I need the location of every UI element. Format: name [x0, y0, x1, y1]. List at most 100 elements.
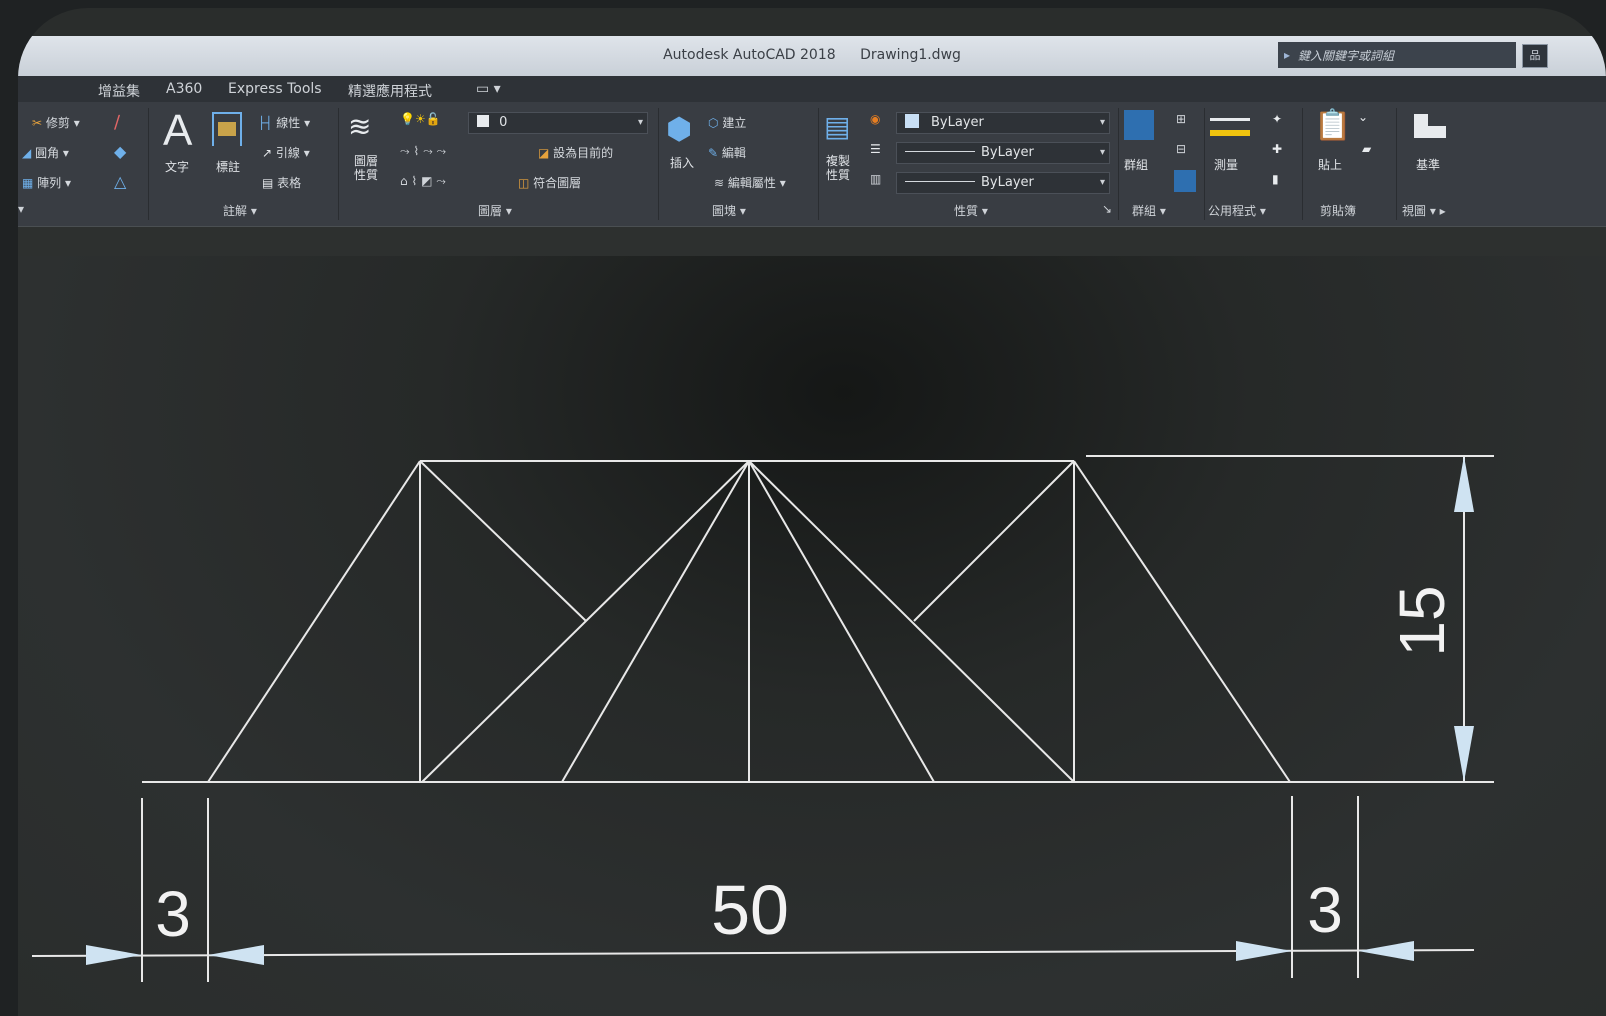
modify-panel-dropdown[interactable]: ▾ [18, 202, 24, 216]
search-arrow-icon: ▸ [1284, 48, 1291, 62]
match-layer-icon: ◫ [518, 176, 530, 190]
right-short-diagonal [913, 460, 1075, 622]
utilities-panel-title[interactable]: 公用程式 ▾ [1208, 202, 1266, 219]
text-label: 文字 [165, 160, 190, 174]
line-preview [905, 181, 975, 182]
set-current-icon: ◪ [538, 146, 550, 160]
layer-dropdown[interactable]: 0 ▾ [468, 112, 648, 134]
separator [148, 108, 149, 220]
tab-featured-apps[interactable]: 精選應用程式 [348, 81, 432, 101]
current-layer-value: 0 [499, 115, 508, 130]
table-icon: ▤ [262, 176, 274, 190]
set-current-button[interactable]: ◪ 設為目前的 [538, 144, 613, 161]
copy-icon[interactable]: ▰ [1362, 142, 1371, 156]
create-block-icon: ⬡ [708, 116, 719, 130]
lineweight-value: ByLayer [981, 175, 1034, 190]
ribbon: ✂ 修剪 ▾ ◢ 圓角 ▾ ▦ 陣列 ▾ ∕ ◆ △ ▾ A 文字 標註 ├┤ … [18, 102, 1606, 226]
layers-panel-title[interactable]: 圖層 ▾ [478, 202, 512, 219]
color-swatch [905, 114, 919, 128]
block-panel-title[interactable]: 圖塊 ▾ [712, 202, 746, 219]
edit-block-icon: ✎ [708, 146, 719, 160]
paste-icon[interactable]: 📋 [1314, 108, 1351, 143]
mirror-icon[interactable]: ◆ [114, 142, 126, 161]
stretch-icon[interactable]: △ [114, 172, 126, 191]
view-panel-title[interactable]: 視圖 ▾ ▸ [1402, 202, 1446, 219]
edit-block-button[interactable]: ✎ 編輯 [708, 144, 746, 161]
color-dropdown[interactable]: ByLayer ▾ [896, 112, 1110, 134]
search-placeholder: 鍵入關鍵字或詞組 [1298, 48, 1395, 63]
tab-express-tools[interactable]: Express Tools [228, 81, 322, 97]
left-arrow-2 [208, 945, 264, 965]
lineweight-icon: ☰ [870, 142, 881, 156]
annotation-panel-title[interactable]: 註解 ▾ [223, 202, 257, 219]
group-select-icon[interactable] [1174, 170, 1196, 192]
layer-tools-row-1[interactable]: ⤳ ⌇ ⤳ ⤳ [400, 144, 446, 159]
linetype-dropdown[interactable]: ByLayer ▾ [896, 142, 1110, 164]
create-block-label: 建立 [722, 116, 747, 130]
layer-tools-row-2[interactable]: ⌂ ⌇ ◩ ⤳ [400, 174, 446, 189]
cut-icon[interactable]: ⌄ [1358, 110, 1368, 124]
edit-attributes-label: 編輯屬性 ▾ [727, 176, 786, 190]
separator [338, 108, 339, 220]
color-wheel-icon: ◉ [870, 112, 881, 126]
tab-a360[interactable]: A360 [166, 81, 202, 97]
trim-icon: ✂ [32, 116, 43, 130]
base-view-icon[interactable] [1414, 114, 1446, 140]
clipboard-panel-title[interactable]: 剪貼簿 [1320, 202, 1356, 219]
ribbon-tabs: 增益集 A360 Express Tools 精選應用程式 ▭ ▾ [18, 76, 1606, 102]
leader-button[interactable]: ↗ 引線 ▾ [262, 144, 310, 161]
measure-icon[interactable] [1210, 118, 1250, 136]
tab-addins[interactable]: 增益集 [98, 81, 140, 101]
array-button[interactable]: ▦ 陣列 ▾ [22, 174, 71, 191]
separator [658, 108, 659, 220]
match-layer-button[interactable]: ◫ 符合圖層 [518, 174, 581, 191]
group-icon[interactable] [1124, 110, 1154, 140]
left-mid-diagonal [561, 460, 750, 783]
search-input[interactable]: ▸ 鍵入關鍵字或詞組 [1278, 42, 1516, 68]
right-end-diagonal [1073, 460, 1291, 783]
fillet-icon: ◢ [22, 146, 32, 160]
edit-block-label: 編輯 [721, 146, 746, 160]
properties-panel-title[interactable]: 性質 ▾ [954, 202, 988, 219]
line-preview [905, 151, 975, 152]
create-block-button[interactable]: ⬡ 建立 [708, 114, 746, 131]
base-view-label: 基準 [1416, 158, 1441, 172]
table-button[interactable]: ▤ 表格 [262, 174, 301, 191]
erase-icon[interactable]: ∕ [114, 112, 120, 133]
sign-in-icon[interactable]: 品 [1522, 44, 1548, 68]
app-name: Autodesk AutoCAD 2018 [663, 47, 836, 63]
left-short-diagonal [419, 460, 587, 622]
tab-options-dropdown[interactable]: ▭ ▾ [476, 81, 501, 97]
leader-icon: ↗ [262, 146, 273, 160]
lineweight-dropdown[interactable]: ByLayer ▾ [896, 172, 1110, 194]
text-icon[interactable]: A [163, 106, 192, 156]
match-properties-icon[interactable]: ▤ [824, 110, 850, 143]
linetype-value: ByLayer [981, 145, 1034, 160]
quick-select-icon[interactable]: ✦ [1272, 112, 1282, 126]
left-arrow-1 [86, 945, 142, 965]
title-bar: Autodesk AutoCAD 2018 Drawing1.dwg ▸ 鍵入關… [18, 36, 1606, 76]
fillet-button[interactable]: ◢ 圓角 ▾ [22, 144, 69, 161]
linear-button[interactable]: ├┤ 線性 ▾ [258, 114, 310, 131]
insert-block-icon[interactable]: ⬢ [666, 112, 692, 147]
separator [1302, 108, 1303, 220]
right-arrow-2 [1358, 941, 1414, 961]
trim-button[interactable]: ✂ 修剪 ▾ [32, 114, 80, 131]
properties-expand-icon[interactable]: ↘ [1102, 202, 1112, 216]
leader-label: 引線 ▾ [275, 146, 310, 160]
match-properties-label: 複製 性質 [826, 154, 851, 182]
group-edit-icon[interactable]: ⊟ [1176, 142, 1186, 156]
point-icon[interactable]: ✚ [1272, 142, 1282, 156]
groups-panel-title[interactable]: 群組 ▾ [1132, 202, 1166, 219]
edit-attributes-button[interactable]: ≋ 編輯屬性 ▾ [714, 174, 786, 191]
height-arrow-top [1454, 456, 1474, 512]
layer-properties-icon[interactable]: ≋ [348, 110, 371, 143]
right-arrow-1 [1236, 941, 1292, 961]
height-arrow-bottom [1454, 726, 1474, 782]
dimension-icon[interactable] [212, 112, 242, 146]
ungroup-icon[interactable]: ⊞ [1176, 112, 1186, 126]
measure-label: 測量 [1214, 158, 1239, 172]
drawing-canvas[interactable]: 3 50 3 15 [18, 256, 1606, 1016]
calculator-icon[interactable]: ▮ [1272, 172, 1279, 186]
chevron-down-icon: ▾ [637, 117, 643, 128]
